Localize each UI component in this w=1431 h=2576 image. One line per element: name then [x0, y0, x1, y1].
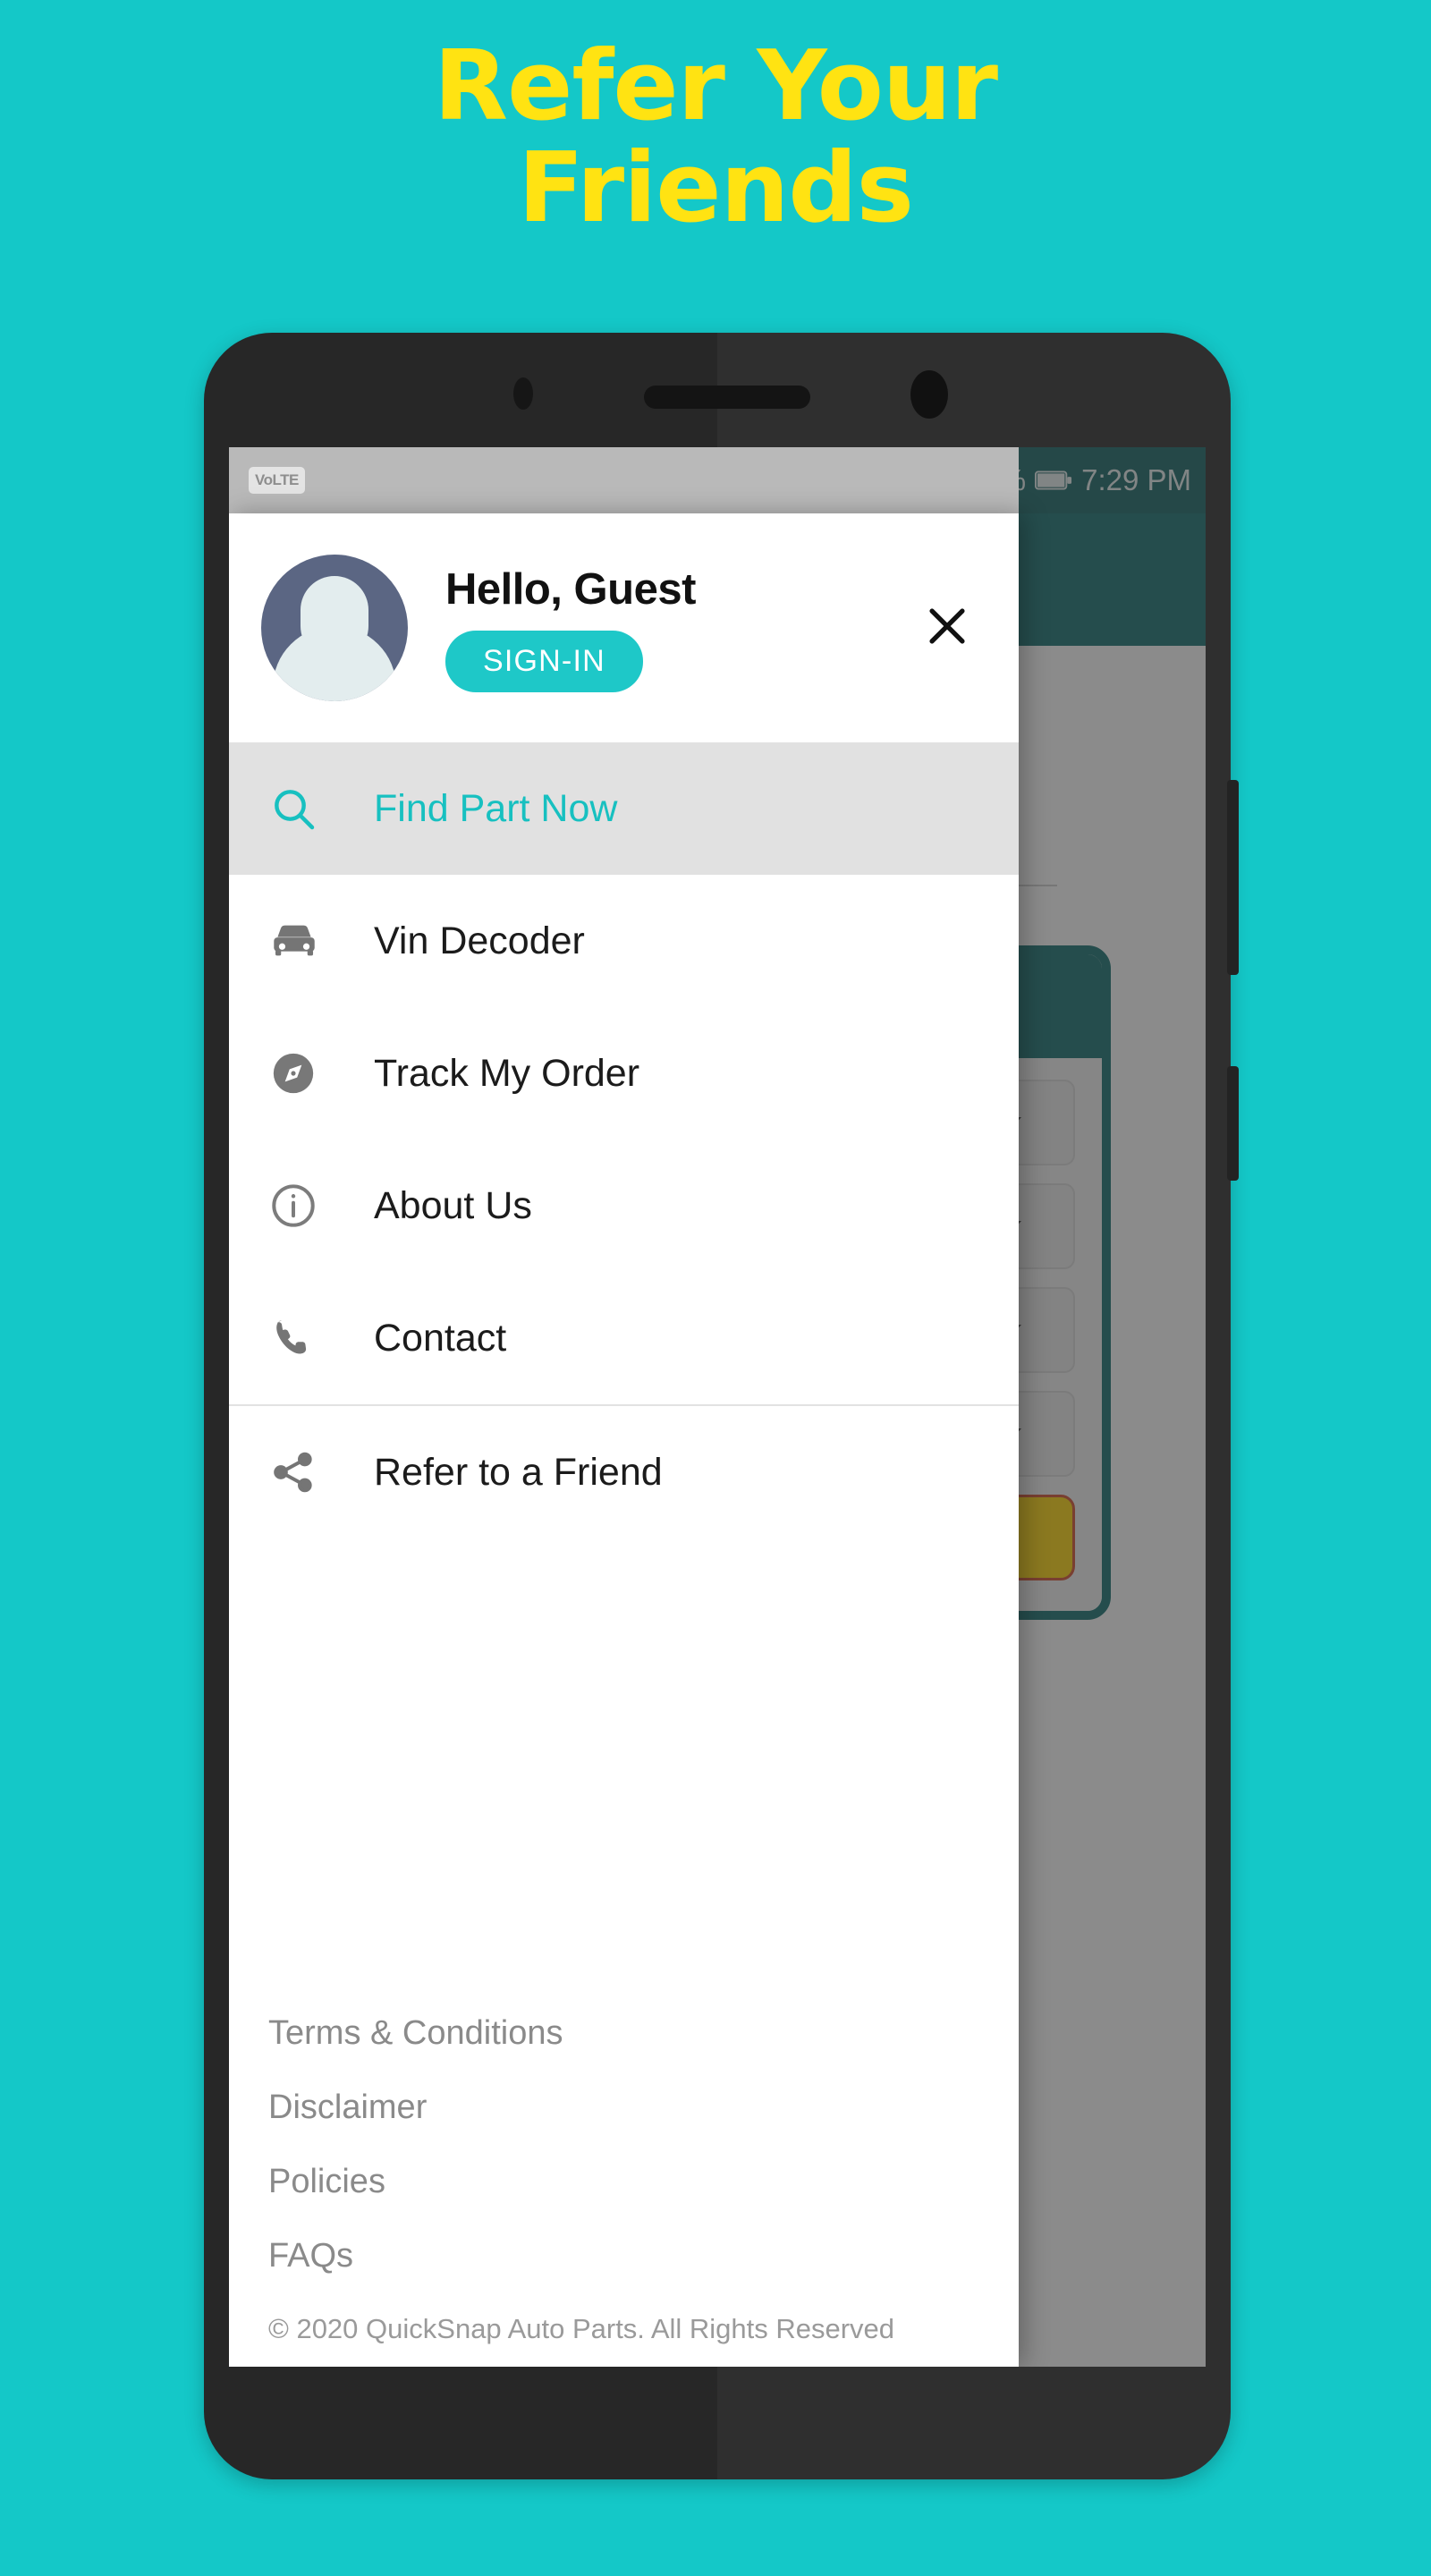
drawer-footer: Terms & Conditions Disclaimer Policies F… [229, 1996, 1019, 2367]
power-button[interactable] [1227, 1066, 1239, 1181]
menu-item-label: About Us [374, 1183, 532, 1227]
phone-device-frame: 100% 7:29 PM tory 41 w [204, 333, 1239, 2479]
drawer-status-bar: VoLTE [229, 447, 1019, 513]
drawer-header: Hello, Guest SIGN-IN [229, 513, 1019, 742]
menu-item-label: Find Part Now [374, 786, 618, 830]
phone-top-bezel [204, 333, 1231, 447]
greeting-label: Hello, Guest [445, 564, 696, 614]
menu-item-label: Track My Order [374, 1051, 640, 1095]
navigation-drawer: Hello, Guest SIGN-IN Find Part Now Vin D… [229, 513, 1019, 2367]
promo-headline-line-2: Friends [518, 132, 914, 245]
promo-headline-line-1: Refer Your [433, 30, 998, 142]
menu-item-vin-decoder[interactable]: Vin Decoder [229, 875, 1019, 1007]
avatar[interactable] [261, 555, 408, 701]
car-icon [268, 915, 336, 967]
menu-item-label: Vin Decoder [374, 919, 585, 962]
footer-link-terms[interactable]: Terms & Conditions [268, 1996, 1019, 2071]
promo-headline: Refer Your Friends [0, 30, 1431, 245]
phone-screen: 100% 7:29 PM tory 41 w [229, 447, 1206, 2367]
drawer-menu-list: Find Part Now Vin Decoder Track My Order… [229, 742, 1019, 1538]
volume-rocker-button[interactable] [1227, 780, 1239, 975]
footer-link-disclaimer[interactable]: Disclaimer [268, 2071, 1019, 2145]
avatar-body-shape [273, 626, 396, 701]
phone-icon [268, 1314, 336, 1362]
volte-icon: VoLTE [249, 467, 305, 494]
menu-item-about-us[interactable]: About Us [229, 1140, 1019, 1272]
info-icon [268, 1181, 336, 1231]
earpiece-speaker-icon [644, 386, 810, 409]
footer-link-policies[interactable]: Policies [268, 2145, 1019, 2219]
copyright-text: © 2020 QuickSnap Auto Parts. All Rights … [268, 2313, 895, 2344]
drawer-flex-spacer [229, 1538, 1019, 1996]
menu-item-refer-to-a-friend[interactable]: Refer to a Friend [229, 1406, 1019, 1538]
menu-item-find-part-now[interactable]: Find Part Now [229, 742, 1019, 875]
proximity-sensor-icon [513, 377, 533, 410]
menu-item-track-my-order[interactable]: Track My Order [229, 1007, 1019, 1140]
footer-link-faqs[interactable]: FAQs [268, 2219, 1019, 2293]
menu-item-label: Contact [374, 1316, 507, 1360]
close-icon [921, 600, 973, 657]
close-drawer-button[interactable] [915, 596, 979, 660]
sign-in-button[interactable]: SIGN-IN [445, 630, 643, 692]
menu-item-label: Refer to a Friend [374, 1450, 663, 1494]
compass-icon [268, 1048, 336, 1098]
search-icon [268, 784, 336, 834]
front-camera-icon [910, 370, 948, 419]
share-icon [268, 1447, 336, 1497]
menu-item-contact[interactable]: Contact [229, 1272, 1019, 1404]
drawer-header-texts: Hello, Guest SIGN-IN [445, 564, 696, 692]
